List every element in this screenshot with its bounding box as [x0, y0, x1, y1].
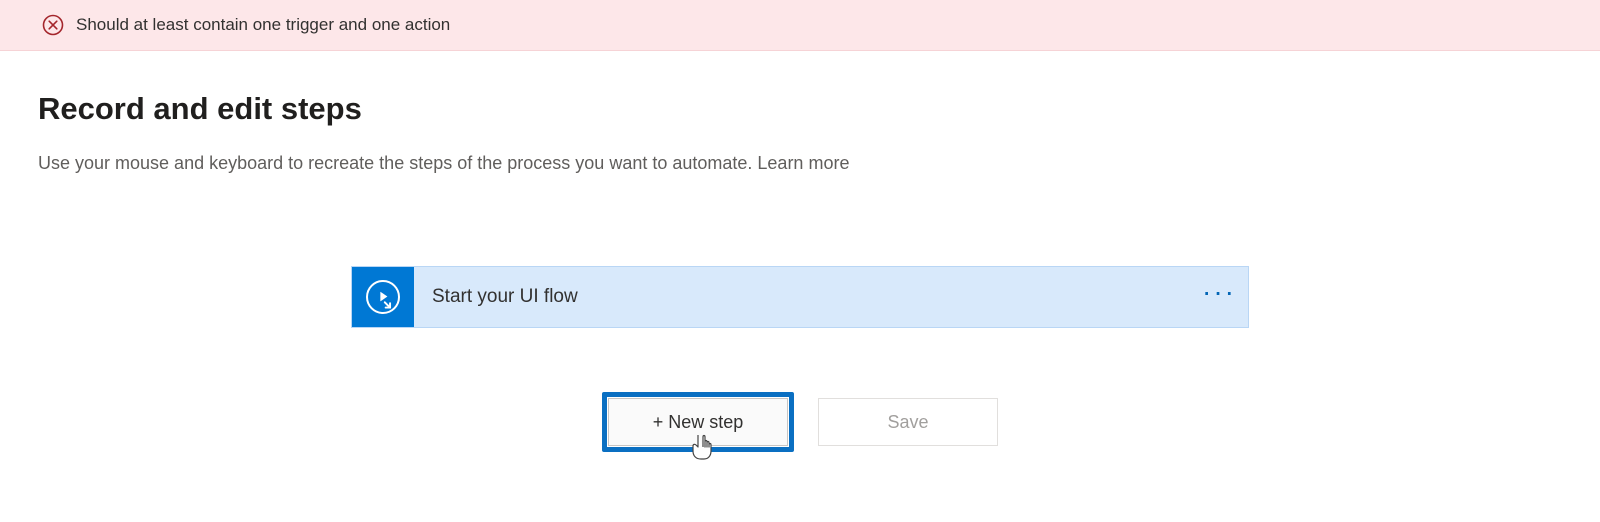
save-button[interactable]: Save	[818, 398, 998, 446]
flow-step-more-icon[interactable]: ···	[1190, 267, 1248, 327]
error-banner: Should at least contain one trigger and …	[0, 0, 1600, 51]
button-row: + New step Save	[602, 392, 998, 452]
error-icon	[42, 14, 64, 36]
flow-step-card[interactable]: Start your UI flow ···	[351, 266, 1249, 328]
learn-more-link[interactable]: Learn more	[757, 153, 849, 173]
page-title: Record and edit steps	[38, 91, 1562, 127]
page-description: Use your mouse and keyboard to recreate …	[38, 153, 1562, 174]
record-play-icon	[366, 280, 400, 314]
new-step-button[interactable]: + New step	[608, 398, 788, 446]
flow-area: Start your UI flow ··· + New step Save	[38, 266, 1562, 452]
page-description-text: Use your mouse and keyboard to recreate …	[38, 153, 757, 173]
flow-step-icon-wrap	[352, 267, 414, 327]
main-content: Record and edit steps Use your mouse and…	[0, 51, 1600, 452]
new-step-highlight: + New step	[602, 392, 794, 452]
error-message: Should at least contain one trigger and …	[76, 15, 450, 35]
flow-step-label: Start your UI flow	[414, 267, 1190, 327]
